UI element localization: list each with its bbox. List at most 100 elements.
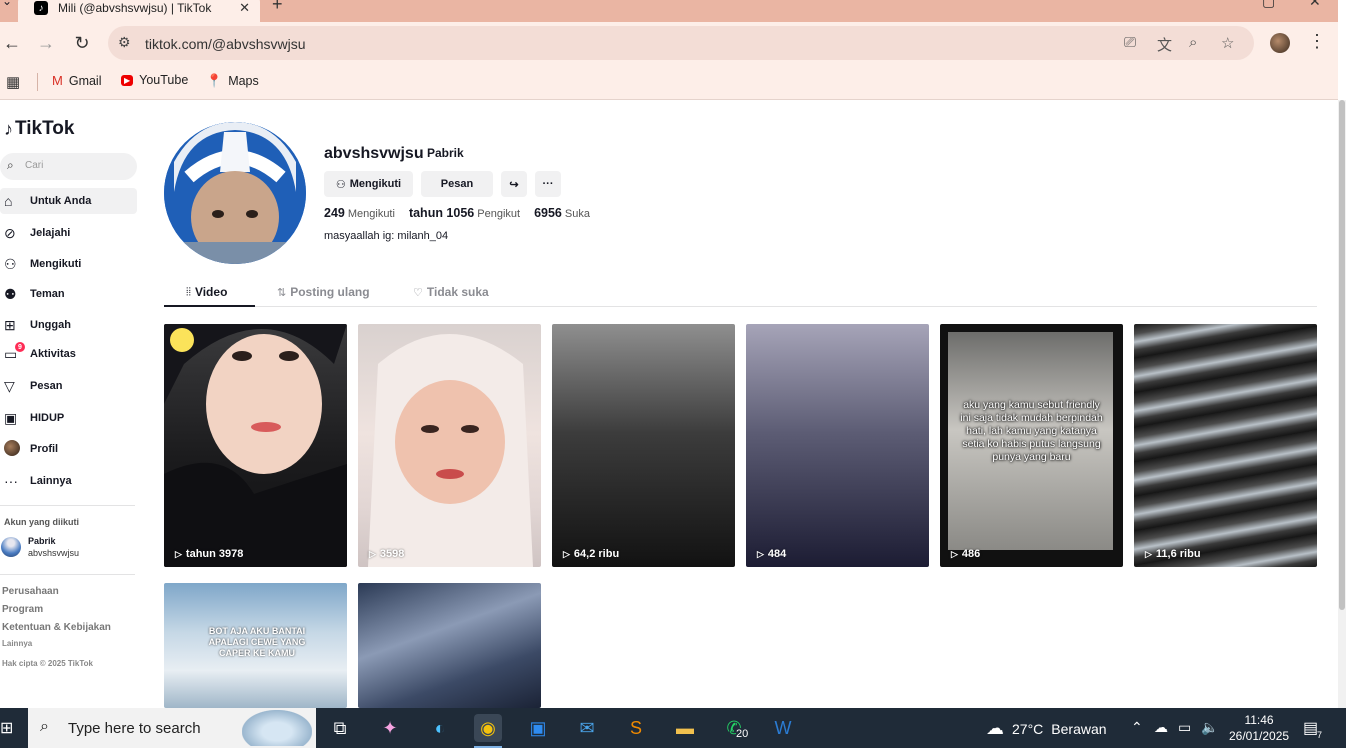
sidebar-item-live[interactable]: ▣ HIDUP <box>0 405 137 431</box>
bookmark-gmail[interactable]: M Gmail <box>52 73 102 88</box>
tiktok-favicon-icon: ♪ <box>34 1 48 15</box>
file-explorer-icon[interactable]: ▬ <box>671 714 699 742</box>
bookmark-label: Gmail <box>68 73 102 88</box>
notification-center-icon[interactable]: ▤ <box>1303 718 1318 738</box>
video-thumbnail[interactable]: ▷ 64,2 ribu <box>552 324 735 567</box>
sidebar-item-activity[interactable]: ▭ 9 Aktivitas <box>0 341 137 367</box>
grid-icon: ⦙⦙ <box>186 285 191 298</box>
more-options-button[interactable]: ··· <box>535 171 561 197</box>
back-icon[interactable]: ← <box>0 32 24 54</box>
site-info-icon[interactable]: ⚙ <box>118 34 131 51</box>
chrome-icon[interactable]: ◉ <box>474 714 502 748</box>
bookmark-youtube[interactable]: ▶ YouTube <box>121 73 188 87</box>
tiktok-logo[interactable]: ♪ TikTok <box>4 118 74 140</box>
browser-menu-icon[interactable]: ⋮ <box>1308 31 1326 52</box>
sidebar-item-for-you[interactable]: ⌂ Untuk Anda <box>0 188 137 214</box>
play-icon: ▷ <box>563 548 570 559</box>
video-caption: aku yang kamu sebut friendly ini saja ti… <box>960 399 1103 463</box>
mail-icon[interactable]: ✉ <box>573 714 601 742</box>
share-button[interactable]: ↪ <box>501 171 527 197</box>
profile-username: abvshsvwjsu <box>324 145 424 162</box>
message-button[interactable]: Pesan <box>421 171 493 197</box>
profile-avatar[interactable] <box>164 122 306 264</box>
address-bar[interactable]: ⚙ tiktok.com/@abvshsvwjsu ⎚ 文 ⌕ ☆ <box>108 26 1254 60</box>
translate-icon[interactable]: 文 <box>1157 34 1172 55</box>
chevron-up-icon[interactable]: ⌃ <box>1131 719 1143 736</box>
volume-icon[interactable]: 🔈 <box>1201 719 1218 736</box>
zoom-icon[interactable]: ⌕ <box>1189 34 1197 51</box>
bookmark-star-icon[interactable]: ☆ <box>1221 34 1234 52</box>
following-button[interactable]: ⚇ Mengikuti <box>324 171 413 197</box>
video-thumbnail[interactable]: ▷ tahun 3978 <box>164 324 347 567</box>
bookmark-maps[interactable]: 📍 Maps <box>206 73 259 89</box>
search-icon: ⌕ <box>7 158 14 172</box>
video-thumbnail[interactable]: ▷ 484 <box>746 324 929 567</box>
video-thumbnail[interactable]: aku yang kamu sebut friendly ini saja ti… <box>940 324 1123 567</box>
footer-link-program[interactable]: Program <box>2 604 43 615</box>
video-views: ▷ 64,2 ribu <box>563 548 619 560</box>
apps-grid-icon[interactable]: ▦ <box>6 73 20 91</box>
sidebar-item-messages[interactable]: ▽ Pesan <box>0 373 137 399</box>
sidebar-divider <box>0 505 135 506</box>
stat-followers[interactable]: tahun 1056 Pengikut <box>409 206 520 220</box>
install-app-icon[interactable]: ⎚ <box>1124 34 1136 51</box>
tiktok-note-icon: ♪ <box>4 118 13 139</box>
new-tab-icon[interactable]: + <box>272 0 283 15</box>
sidebar-item-following[interactable]: ⚇ Mengikuti <box>0 251 137 277</box>
tab-search-icon[interactable]: ⌄ <box>2 0 12 8</box>
followed-account-avatar <box>1 537 21 557</box>
tab-reposts[interactable]: ⇅ Posting ulang <box>277 285 370 299</box>
search-input[interactable]: ⌕ Cari <box>0 153 137 180</box>
scrollbar-thumb[interactable] <box>1339 100 1345 610</box>
sidebar-item-label: HIDUP <box>30 412 65 424</box>
windows-taskbar: ⊞ ⌕ Type here to search ⧉ ✦ ◐ ◉ ▣ ✉ S ▬ … <box>0 708 1346 748</box>
tiktok-sidebar: ♪ TikTok ⌕ Cari ⌂ Untuk Anda ⊘ Jelajahi … <box>0 100 140 708</box>
forward-icon[interactable]: → <box>34 32 58 54</box>
battery-icon[interactable]: ▭ <box>1178 719 1191 736</box>
task-view-icon[interactable]: ⧉ <box>326 714 354 742</box>
page-scrollbar[interactable] <box>1338 100 1346 708</box>
maximize-icon[interactable]: ▢ <box>1262 0 1275 10</box>
sidebar-item-profile[interactable]: Profil <box>0 436 137 462</box>
share-icon: ↪ <box>509 178 519 191</box>
onedrive-cloud-icon[interactable]: ☁ <box>1154 719 1168 736</box>
footer-link-terms[interactable]: Ketentuan & Kebijakan <box>2 622 111 633</box>
video-preview <box>368 334 533 567</box>
compass-icon: ⊘ <box>4 224 16 241</box>
url-text[interactable]: tiktok.com/@abvshsvwjsu <box>145 36 305 52</box>
sidebar-item-label: Jelajahi <box>30 227 71 239</box>
browser-profile-avatar[interactable] <box>1270 33 1290 53</box>
video-views: ▷ tahun 3978 <box>175 548 243 560</box>
footer-more[interactable]: Lainnya <box>2 639 32 648</box>
edge-icon[interactable]: ◐ <box>426 714 454 742</box>
following-accounts-title: Akun yang diikuti <box>4 517 80 527</box>
followed-account-item[interactable]: Pabrik abvshsvwjsu <box>0 535 137 563</box>
tab-liked[interactable]: ♡ Tidak suka <box>413 285 489 299</box>
word-icon[interactable]: W <box>769 714 797 742</box>
weather-widget[interactable]: ☁ 27°C Berawan <box>986 718 1107 739</box>
close-window-icon[interactable]: ✕ <box>1309 0 1321 10</box>
copilot-icon[interactable]: ✦ <box>376 714 404 742</box>
video-thumbnail[interactable]: ▷ 11,6 ribu <box>1134 324 1317 567</box>
footer-link-company[interactable]: Perusahaan <box>2 586 59 597</box>
video-thumbnail[interactable]: BOT AJA AKU BANTAI APALAGI CEWE YANG CAP… <box>164 583 347 708</box>
system-clock[interactable]: 11:46 26/01/2025 <box>1229 712 1289 744</box>
view-count: tahun 3978 <box>185 548 244 560</box>
taskbar-search[interactable]: ⌕ Type here to search <box>28 708 316 748</box>
stat-following[interactable]: 249 Mengikuti <box>324 206 395 220</box>
following-button-label: Mengikuti <box>349 178 402 190</box>
tab-videos[interactable]: ⦙⦙ Video <box>186 285 227 299</box>
video-thumbnail[interactable] <box>358 583 541 708</box>
store-icon[interactable]: ▣ <box>524 714 552 742</box>
close-tab-icon[interactable]: ✕ <box>239 0 250 16</box>
view-count: 11,6 ribu <box>1155 548 1201 560</box>
sidebar-item-friends[interactable]: ⚉ Teman <box>0 281 137 307</box>
sublime-icon[interactable]: S <box>622 714 650 742</box>
browser-tab[interactable]: ♪ Mili (@abvshsvwjsu) | TikTok ✕ <box>18 0 260 22</box>
sidebar-item-upload[interactable]: ⊞ Unggah <box>0 312 137 338</box>
sidebar-item-explore[interactable]: ⊘ Jelajahi <box>0 220 137 246</box>
windows-start-icon[interactable]: ⊞ <box>0 718 14 738</box>
sidebar-item-more[interactable]: ··· Lainnya <box>0 468 137 494</box>
video-thumbnail[interactable]: ▷ 3598 <box>358 324 541 567</box>
reload-icon[interactable]: ↻ <box>70 32 94 54</box>
